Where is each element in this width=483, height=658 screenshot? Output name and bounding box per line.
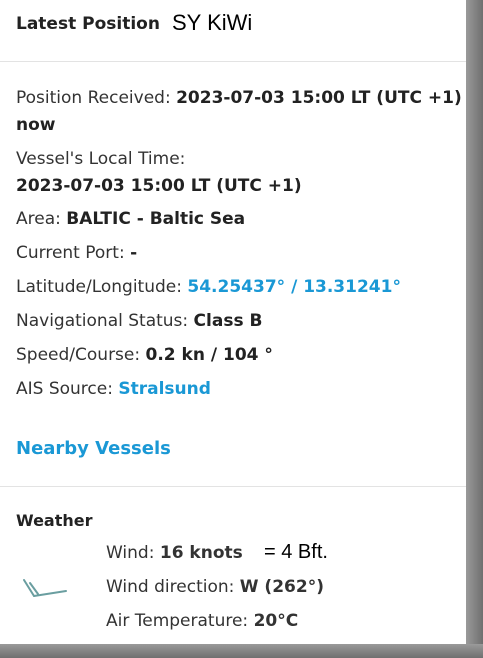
nav-status-row: Navigational Status: Class B bbox=[16, 311, 262, 331]
current-port-row: Current Port: - bbox=[16, 243, 137, 263]
beaufort-annotation: = 4 Bft. bbox=[264, 541, 328, 563]
lat-lon-label: Latitude/Longitude: bbox=[16, 277, 182, 297]
vessel-name-annotation: SY KiWi bbox=[172, 10, 253, 35]
divider bbox=[0, 486, 466, 487]
air-temperature-row: Air Temperature: 20°C bbox=[106, 611, 298, 631]
area-label: Area: bbox=[16, 209, 61, 229]
area-value: BALTIC - Baltic Sea bbox=[66, 209, 246, 229]
current-port-value: - bbox=[130, 243, 138, 263]
position-received-value: 2023-07-03 15:00 LT (UTC +1) bbox=[176, 88, 462, 108]
wind-label: Wind: bbox=[106, 543, 155, 563]
lat-lon-link[interactable]: 54.25437° / 13.31241° bbox=[187, 277, 401, 297]
lat-lon-row: Latitude/Longitude: 54.25437° / 13.31241… bbox=[16, 277, 401, 297]
speed-course-value: 0.2 kn / 104 ° bbox=[145, 345, 273, 365]
air-temperature-label: Air Temperature: bbox=[106, 611, 249, 631]
latest-position-card: Latest Position SY KiWi Position Receive… bbox=[0, 0, 466, 644]
nearby-vessels-link[interactable]: Nearby Vessels bbox=[16, 438, 171, 459]
divider bbox=[0, 61, 466, 62]
ais-source-link[interactable]: Stralsund bbox=[118, 379, 211, 399]
wind-value: 16 knots bbox=[159, 543, 243, 563]
ais-source-row: AIS Source: Stralsund bbox=[16, 379, 211, 399]
position-received-label: Position Received: bbox=[16, 88, 171, 108]
local-time-value: 2023-07-03 15:00 LT (UTC +1) bbox=[16, 176, 302, 196]
area-row: Area: BALTIC - Baltic Sea bbox=[16, 209, 245, 229]
section-title: Latest Position bbox=[16, 14, 160, 34]
wind-direction-row: Wind direction: W (262°) bbox=[106, 577, 324, 597]
speed-course-row: Speed/Course: 0.2 kn / 104 ° bbox=[16, 345, 273, 365]
position-received-relative-row: now bbox=[16, 115, 56, 135]
ais-source-label: AIS Source: bbox=[16, 379, 113, 399]
nav-status-value: Class B bbox=[193, 311, 263, 331]
air-temperature-value: 20°C bbox=[253, 611, 299, 631]
wind-direction-label: Wind direction: bbox=[106, 577, 235, 597]
wind-barb-icon bbox=[23, 579, 67, 597]
nav-status-label: Navigational Status: bbox=[16, 311, 189, 331]
page-shadow-right bbox=[466, 0, 483, 658]
position-received-relative: now bbox=[16, 115, 56, 135]
wind-direction-value: W (262°) bbox=[239, 577, 324, 597]
weather-title: Weather bbox=[16, 511, 93, 530]
local-time-row: 2023-07-03 15:00 LT (UTC +1) bbox=[16, 176, 302, 196]
page-shadow-bottom bbox=[0, 644, 483, 658]
speed-course-label: Speed/Course: bbox=[16, 345, 141, 365]
local-time-label: Vessel's Local Time: bbox=[16, 149, 186, 169]
current-port-label: Current Port: bbox=[16, 243, 125, 263]
position-received-row: Position Received: 2023-07-03 15:00 LT (… bbox=[16, 88, 462, 108]
wind-row: Wind: 16 knots bbox=[106, 543, 243, 563]
